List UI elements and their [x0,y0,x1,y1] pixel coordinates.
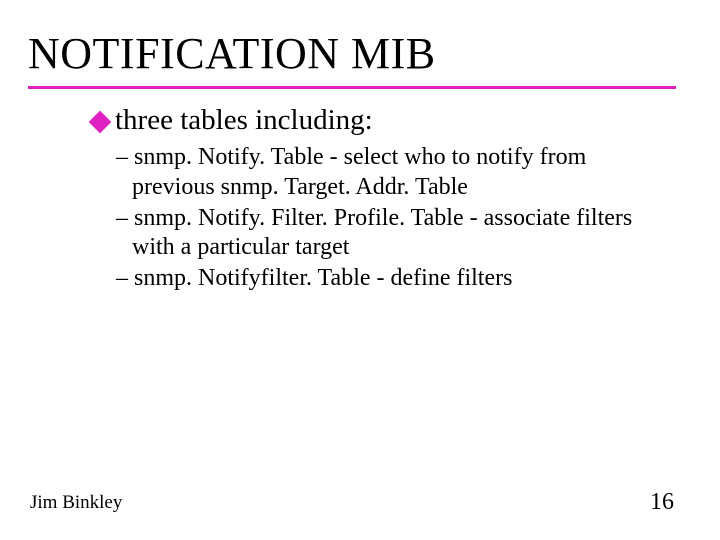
slide: NOTIFICATION MIB three tables including:… [0,0,720,540]
diamond-bullet-icon [89,111,112,134]
footer-page-number: 16 [650,489,674,516]
title-underline [28,86,676,89]
sub-bullet-list: – snmp. Notify. Table - select who to no… [116,143,656,293]
slide-title: NOTIFICATION MIB [28,28,436,79]
slide-body: three tables including: – snmp. Notify. … [94,104,674,296]
bullet-text: three tables including: [115,104,373,136]
sub-bullet-item: – snmp. Notify. Table - select who to no… [116,143,656,202]
bullet-level-1: three tables including: [94,104,674,137]
sub-bullet-item: – snmp. Notify. Filter. Profile. Table -… [116,204,656,263]
footer-author: Jim Binkley [30,492,122,514]
sub-bullet-item: – snmp. Notifyfilter. Table - define fil… [116,264,656,293]
